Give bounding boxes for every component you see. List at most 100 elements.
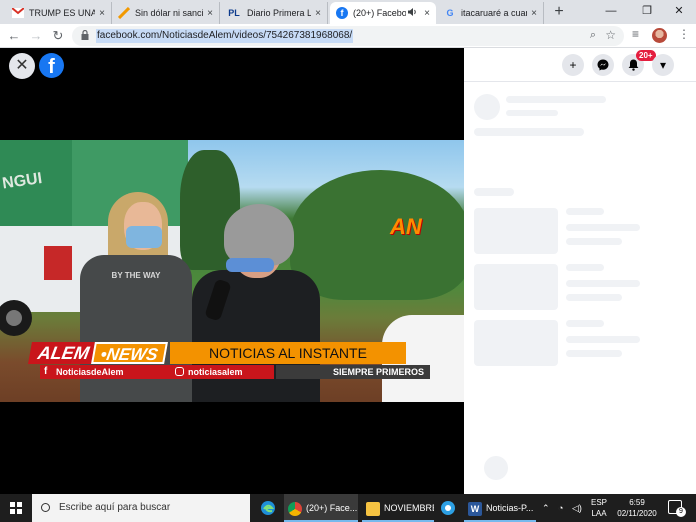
alem-logo-text: ALEM [28,342,95,364]
tab-close-icon[interactable]: × [311,8,325,19]
loading-placeholder [566,320,604,327]
tab-title: TRUMP ES UNA IN [29,8,95,18]
new-tab-button[interactable]: + [550,3,568,21]
tab-facebook[interactable]: f (20+) Faceboo × [330,2,436,24]
loading-placeholder [566,280,640,287]
app-label: Noticias-P... [486,503,534,513]
clock-time: 6:59 [629,498,645,507]
close-viewer-button[interactable]: ✕ [9,53,35,79]
lock-icon[interactable] [81,30,89,40]
reading-list-icon[interactable]: ≡ [632,27,639,41]
tab-title: (20+) Faceboo [353,8,406,18]
tree-image [290,170,464,300]
forward-button[interactable]: → [26,26,46,46]
loading-placeholder [474,128,584,136]
loading-placeholder [566,336,640,343]
bookmark-star-icon[interactable]: ☆ [605,28,616,42]
video-viewer[interactable]: ✕ f NGUI BY THE WAY AN ALEM •NEWS NOTICI… [0,48,464,494]
news-logo-text: •NEWS [91,342,168,364]
taskbar-search[interactable]: Escribe aquí para buscar [32,494,250,522]
clock[interactable]: 6:59 02/11/2020 [612,497,662,519]
google-icon: G [446,8,454,18]
facebook-handle: f NoticiasdeAlem [40,365,188,379]
screen: TRUMP ES UNA IN × Sin dólar ni sancio × … [0,0,696,522]
facebook-icon: f [44,366,48,377]
loading-placeholder [474,188,514,196]
store-icon [441,501,455,515]
tab-sin-dolar[interactable]: Sin dólar ni sancio × [112,2,220,24]
video-frame[interactable]: NGUI BY THE WAY AN ALEM •NEWS NOTICIAS A… [0,140,464,402]
app-label: (20+) Face... [306,503,358,513]
tab-title: Sin dólar ni sancio [135,8,203,18]
tab-title: Diario Primera Línea [247,8,311,18]
tab-close-icon[interactable]: × [203,8,217,19]
tab-close-icon[interactable]: × [527,8,541,19]
windows-logo-icon [10,502,22,514]
messenger-icon[interactable] [592,54,614,76]
tab-title: itacaruaré a cuant [461,8,527,18]
loading-placeholder [566,208,604,215]
pinned-app-button[interactable] [436,494,460,522]
app-label: NOVIEMBRE [384,503,434,513]
tab-google-search[interactable]: G itacaruaré a cuant × [438,2,544,24]
instagram-handle-text: noticiasalem [188,367,243,377]
address-bar[interactable]: facebook.com/NoticiasdeAlem/videos/75426… [72,26,624,46]
folder-taskbar-button[interactable]: NOVIEMBRE [362,494,434,522]
post-side-panel: + 20+ ▾ [464,48,696,494]
reload-button[interactable]: ↻ [48,26,68,46]
zoom-icon[interactable]: ⌕ [590,29,596,42]
clock-date: 02/11/2020 [617,509,657,518]
facebook-tab-icon: f [336,7,348,19]
face-mask-image [226,258,274,272]
folder-icon [366,501,380,516]
restore-button[interactable]: ❐ [630,0,664,24]
tab-close-icon[interactable]: × [420,8,434,19]
word-taskbar-button[interactable]: W Noticias-P... [464,494,536,522]
search-placeholder: Escribe aquí para buscar [59,502,171,513]
loading-placeholder [506,110,558,116]
action-center-badge: 9 [676,507,686,517]
minimize-button[interactable]: — [594,0,628,24]
panel-header: + 20+ ▾ [464,48,696,82]
language-indicator[interactable]: ESP LAA [588,497,610,519]
headline-text: NOTICIAS AL INSTANTE [169,342,406,364]
chrome-icon [288,501,302,516]
network-icon[interactable]: ◔ [558,494,563,522]
loading-placeholder [566,238,622,245]
gmail-icon [12,7,24,19]
speaker-icon[interactable] [406,7,418,20]
pl-icon: PL [228,8,240,18]
window-close-button[interactable]: ✕ [662,0,696,24]
loading-placeholder [474,264,558,310]
loading-placeholder [566,350,622,357]
edge-taskbar-button[interactable] [256,494,280,522]
news-banner: ALEM •NEWS NOTICIAS AL INSTANTE [28,342,406,364]
create-button[interactable]: + [562,54,584,76]
tab-close-icon[interactable]: × [95,8,109,19]
browser-tab-strip: TRUMP ES UNA IN × Sin dólar ni sancio × … [0,0,696,24]
start-button[interactable] [0,494,32,522]
menu-icon[interactable]: ⋮ [678,27,690,41]
facebook-logo[interactable]: f [39,53,64,78]
volume-icon[interactable]: ◁) [572,494,582,522]
word-icon: W [468,501,482,516]
chrome-taskbar-button[interactable]: (20+) Face... [284,494,358,522]
account-menu-chevron-icon[interactable]: ▾ [652,54,674,76]
loading-placeholder [474,320,558,366]
loading-placeholder [566,264,604,271]
instagram-handle: noticiasalem [170,365,274,379]
language-line: LAA [591,509,607,518]
tab-gmail[interactable]: TRUMP ES UNA IN × [6,2,112,24]
tab-diario-primera-linea[interactable]: PL Diario Primera Línea × [220,2,328,24]
url-text[interactable]: facebook.com/NoticiasdeAlem/videos/75426… [96,29,354,43]
profile-avatar[interactable] [652,28,667,43]
shirt-print: BY THE WAY [111,271,161,280]
back-button[interactable]: ← [4,26,24,46]
elder-woman-body-image [192,270,320,402]
tray-expand-icon[interactable]: ⌃ [542,494,550,522]
an-logo: AN [390,214,422,239]
edge-icon [261,501,275,515]
loading-placeholder [474,94,500,120]
browser-toolbar: ← → ↻ facebook.com/NoticiasdeAlem/videos… [0,24,696,48]
loading-placeholder [566,224,640,231]
